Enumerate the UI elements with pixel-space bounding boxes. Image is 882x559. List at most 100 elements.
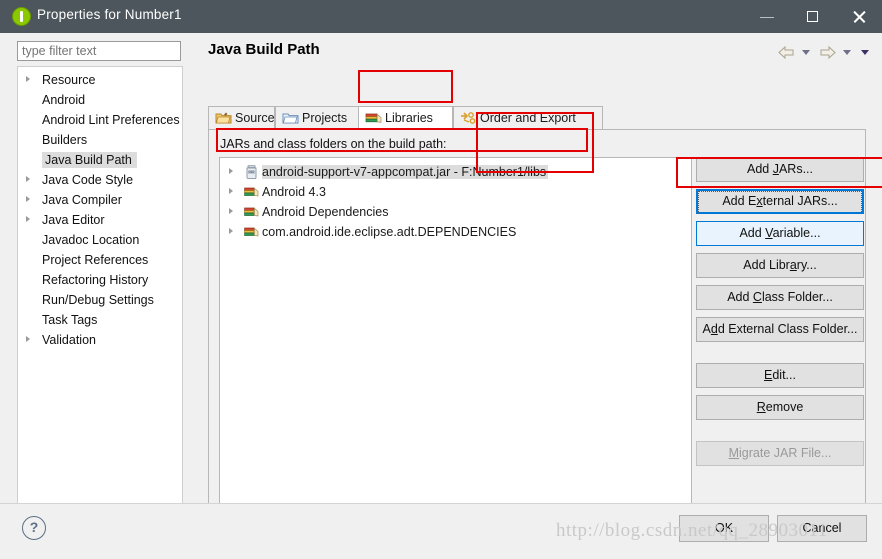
source-folder-icon <box>215 110 232 124</box>
jars-list-label: JARs and class folders on the build path… <box>220 137 447 151</box>
list-item[interactable]: com.android.ide.eclipse.adt.DEPENDENCIES <box>220 222 691 242</box>
edit-button[interactable]: Edit... <box>696 363 864 388</box>
sidebar-item-refactoring-history[interactable]: Refactoring History <box>18 270 182 290</box>
sidebar-item-java-code-style[interactable]: Java Code Style <box>18 170 182 190</box>
button-label: Edit... <box>764 368 796 382</box>
sidebar-item-label: Java Build Path <box>42 152 137 168</box>
back-arrow-icon[interactable] <box>778 46 795 60</box>
forward-menu-chevron-down-icon[interactable] <box>842 50 851 56</box>
sidebar-item-label: Project References <box>42 253 149 267</box>
svg-text:010: 010 <box>249 170 255 174</box>
ok-button[interactable]: OK <box>679 515 769 542</box>
dialog-body: Resource Android Android Lint Preferences B… <box>0 33 882 526</box>
tab-source[interactable]: Source <box>208 106 275 130</box>
tab-libraries[interactable]: Libraries <box>358 106 453 130</box>
jar-icon: 010 <box>244 165 259 179</box>
sidebar-item-validation[interactable]: Validation <box>18 330 182 350</box>
projects-folder-icon <box>282 110 299 124</box>
maximize-button[interactable] <box>790 0 836 33</box>
add-jars-button[interactable]: Add JARs... <box>696 157 864 182</box>
tab-label: Projects <box>302 111 348 125</box>
sidebar-item-android-lint-preferences[interactable]: Android Lint Preferences <box>18 110 182 130</box>
expand-chevron-icon[interactable] <box>229 208 233 214</box>
sidebar-item-java-build-path[interactable]: Java Build Path <box>18 150 182 170</box>
button-label: Add Class Folder... <box>727 290 833 304</box>
button-label: Add JARs... <box>746 162 813 176</box>
cancel-button[interactable]: Cancel <box>777 515 867 542</box>
libraries-books-icon <box>365 110 382 124</box>
back-menu-chevron-down-icon[interactable] <box>801 50 810 56</box>
minimize-button[interactable] <box>744 0 790 33</box>
filter-input[interactable] <box>17 41 181 61</box>
list-item[interactable]: Android 4.3 <box>220 182 691 202</box>
order-export-icon <box>460 110 477 124</box>
title-bar: Properties for Number1 <box>0 0 882 33</box>
sidebar-item-label: Task Tags <box>42 313 98 327</box>
button-label: Add External Class Folder... <box>702 322 858 336</box>
add-external-class-folder-button[interactable]: Add External Class Folder... <box>696 317 864 342</box>
sidebar-item-run-debug-settings[interactable]: Run/Debug Settings <box>18 290 182 310</box>
build-path-buttons: Add JARs... Add External JARs... Add Varia… <box>696 157 864 473</box>
sidebar-item-builders[interactable]: Builders <box>18 130 182 150</box>
sidebar-item-label: Run/Debug Settings <box>42 293 154 307</box>
sidebar-item-android[interactable]: Android <box>18 90 182 110</box>
expand-chevron-icon[interactable] <box>229 188 233 194</box>
button-label: Remove <box>756 400 804 414</box>
sidebar-item-label: Android <box>42 93 86 107</box>
list-item-label: Android 4.3 <box>262 185 326 199</box>
add-variable-button[interactable]: Add Variable... <box>696 221 864 246</box>
sidebar-item-label: Builders <box>42 133 88 147</box>
list-item-label: Android Dependencies <box>262 205 389 219</box>
remove-button[interactable]: Remove <box>696 395 864 420</box>
view-menu-chevron-down-filled-icon[interactable] <box>861 50 869 56</box>
dialog-footer: ? OK Cancel <box>0 503 882 559</box>
settings-tree[interactable]: Resource Android Android Lint Preferences B… <box>17 66 183 509</box>
sidebar-item-project-references[interactable]: Project References <box>18 250 182 270</box>
expand-chevron-icon[interactable] <box>26 176 30 182</box>
sidebar-item-label: Validation <box>42 333 96 347</box>
tab-label: Order and Export <box>480 111 576 125</box>
help-icon[interactable]: ? <box>22 516 46 540</box>
sidebar-item-label: Javadoc Location <box>42 233 140 247</box>
expand-chevron-icon[interactable] <box>26 76 30 82</box>
sidebar-item-label: Android Lint Preferences <box>42 113 180 127</box>
tab-label: Libraries <box>385 111 433 125</box>
build-path-entries-list[interactable]: 010 android-support-v7-appcompat.jar - F:… <box>219 157 692 509</box>
expand-chevron-icon[interactable] <box>26 216 30 222</box>
page-title: Java Build Path <box>208 41 320 58</box>
button-label: Add Variable... <box>739 226 821 240</box>
sidebar-item-java-compiler[interactable]: Java Compiler <box>18 190 182 210</box>
sidebar-item-resource[interactable]: Resource <box>18 70 182 90</box>
expand-chevron-icon[interactable] <box>26 336 30 342</box>
sidebar-item-label: Java Compiler <box>42 193 122 207</box>
add-class-folder-button[interactable]: Add Class Folder... <box>696 285 864 310</box>
navigation-arrows <box>777 45 874 63</box>
sidebar-item-label: Java Code Style <box>42 173 134 187</box>
eclipse-properties-icon <box>12 7 31 26</box>
tab-projects[interactable]: Projects <box>275 106 360 130</box>
sidebar-item-label: Refactoring History <box>42 273 149 287</box>
library-icon <box>244 185 259 199</box>
forward-arrow-icon[interactable] <box>819 46 836 60</box>
list-item[interactable]: 010 android-support-v7-appcompat.jar - F:… <box>220 162 691 182</box>
window-title: Properties for Number1 <box>37 7 182 22</box>
sidebar-item-task-tags[interactable]: Task Tags <box>18 310 182 330</box>
sidebar-item-java-editor[interactable]: Java Editor <box>18 210 182 230</box>
close-button[interactable] <box>836 0 882 33</box>
sidebar-item-label: Resource <box>42 73 96 87</box>
tab-order-and-export[interactable]: Order and Export <box>453 106 603 130</box>
tab-bar: Source Projects Libraries Order and Export <box>208 106 866 130</box>
list-item-label: com.android.ide.eclipse.adt.DEPENDENCIES <box>262 225 517 239</box>
expand-chevron-icon[interactable] <box>229 168 233 174</box>
properties-dialog: Properties for Number1 Resource Android An… <box>0 0 882 559</box>
add-library-button[interactable]: Add Library... <box>696 253 864 278</box>
button-label: Add Library... <box>743 258 817 272</box>
button-group-spacer <box>696 349 864 363</box>
sidebar-item-javadoc-location[interactable]: Javadoc Location <box>18 230 182 250</box>
list-item[interactable]: Android Dependencies <box>220 202 691 222</box>
add-external-jars-button[interactable]: Add External JARs... <box>696 189 864 214</box>
expand-chevron-icon[interactable] <box>26 196 30 202</box>
button-label: Migrate JAR File... <box>728 446 832 460</box>
library-icon <box>244 225 259 239</box>
expand-chevron-icon[interactable] <box>229 228 233 234</box>
